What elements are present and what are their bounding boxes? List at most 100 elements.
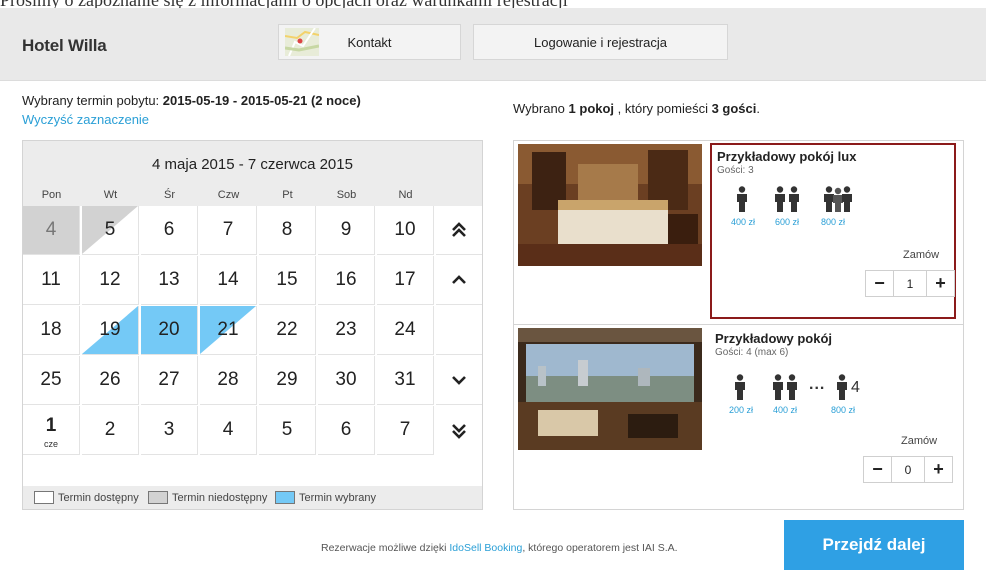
day-number: 4	[45, 219, 57, 240]
scroll-up-fast-button[interactable]	[436, 206, 482, 255]
day-number: 31	[394, 369, 416, 390]
day-number: 7	[222, 219, 234, 240]
legend-label: Termin wybrany	[299, 491, 377, 504]
hotel-brand[interactable]: Hotel Willa	[22, 36, 107, 56]
day-number: 17	[394, 269, 416, 290]
room-guest-count: Gości: 4 (max 6)	[715, 347, 789, 358]
day-cell[interactable]: 27	[141, 356, 198, 405]
day-number: 25	[40, 369, 62, 390]
scroll-down-fast-button[interactable]	[436, 406, 482, 455]
room-details-selected: Przykładowy pokój lux Gości: 3 400 zł 60…	[710, 143, 956, 319]
day-cell[interactable]: 24	[377, 306, 434, 355]
day-number: 1	[45, 415, 57, 436]
decrease-quantity-button[interactable]: −	[863, 456, 892, 483]
price-one-guest: 200 zł	[729, 405, 754, 415]
contact-button[interactable]: Kontakt	[278, 24, 461, 60]
room-quantity-input[interactable]: 1	[893, 270, 927, 297]
increase-quantity-button[interactable]: +	[926, 270, 955, 297]
availability-calendar: 4 maja 2015 - 7 czerwca 2015 Pon Wt Śr C…	[22, 140, 483, 510]
day-number: 19	[99, 319, 121, 340]
day-cell[interactable]: 25	[23, 356, 80, 405]
day-cell[interactable]: 8	[259, 206, 316, 255]
scroll-up-button[interactable]	[436, 256, 482, 305]
scroll-down-button[interactable]	[436, 356, 482, 405]
day-cell[interactable]: 23	[318, 306, 375, 355]
chevron-up-icon	[452, 275, 466, 284]
day-cell[interactable]: 29	[259, 356, 316, 405]
weekday-tue: Wt	[103, 189, 118, 201]
double-chevron-down-icon	[452, 423, 466, 439]
day-number: 11	[41, 269, 61, 290]
day-cell[interactable]: 9	[318, 206, 375, 255]
login-register-button[interactable]: Logowanie i rejestracja	[473, 24, 728, 60]
day-number: 6	[340, 419, 352, 440]
clear-selection-link[interactable]: Wyczyść zaznaczenie	[22, 112, 149, 127]
day-number: 12	[99, 269, 121, 290]
weekday-mon: Pon	[41, 189, 62, 201]
day-number: 16	[335, 269, 357, 290]
day-cell[interactable]: 16	[318, 256, 375, 305]
order-label: Zamów	[901, 435, 938, 447]
day-number: 7	[399, 419, 411, 440]
day-cell[interactable]: 26	[82, 356, 139, 405]
day-cell[interactable]: 22	[259, 306, 316, 355]
login-register-label: Logowanie i rejestracja	[534, 34, 667, 50]
idosell-link[interactable]: IdoSell Booking	[449, 542, 522, 554]
three-persons-icon	[824, 186, 852, 212]
day-cell[interactable]: 5	[82, 206, 139, 255]
day-cell[interactable]: 7	[200, 206, 257, 255]
legend-swatch-unavailable	[148, 491, 168, 504]
calendar-legend: Termin dostępny Termin niedostępny Termi…	[23, 486, 482, 509]
day-cell-selected-end[interactable]: 21	[200, 306, 257, 355]
stay-nights: (2 noce)	[310, 93, 361, 108]
day-cell[interactable]: 2	[82, 406, 139, 455]
day-cell[interactable]: 28	[200, 356, 257, 405]
day-cell-selected-start[interactable]: 19	[82, 306, 139, 355]
cut-off-text: Prosimy o zapoznanie się z informacjami …	[0, 0, 986, 8]
day-cell[interactable]: 18	[23, 306, 80, 355]
day-number: 27	[158, 369, 180, 390]
day-number: 8	[281, 219, 293, 240]
day-cell[interactable]: 13	[141, 256, 198, 305]
day-cell[interactable]: 6	[141, 206, 198, 255]
one-person-icon	[735, 374, 745, 400]
decrease-quantity-button[interactable]: −	[865, 270, 894, 297]
day-cell-selected[interactable]: 20	[141, 306, 198, 355]
stay-separator: -	[229, 93, 241, 108]
day-cell[interactable]: 5	[259, 406, 316, 455]
day-cell[interactable]: 15	[259, 256, 316, 305]
day-cell[interactable]: 31	[377, 356, 434, 405]
day-cell[interactable]: 10	[377, 206, 434, 255]
chevron-down-icon	[452, 376, 466, 385]
contact-label: Kontakt	[347, 34, 392, 50]
legend-label: Termin dostępny	[58, 491, 139, 504]
day-number: 5	[281, 419, 293, 440]
day-cell[interactable]: 7	[377, 406, 434, 455]
day-cell[interactable]: 30	[318, 356, 375, 405]
more-guests-ellipsis: ...	[809, 376, 826, 393]
day-cell[interactable]: 11	[23, 256, 80, 305]
weekday-fri: Pt	[282, 189, 293, 201]
guest-multiplier: 4	[851, 379, 860, 396]
room-quantity-input[interactable]: 0	[891, 456, 925, 483]
site-header: Hotel Willa Kontakt Logowanie i rejestra…	[0, 8, 986, 81]
legend-selected: Termin wybrany	[275, 491, 376, 504]
day-cell[interactable]: 14	[200, 256, 257, 305]
increase-quantity-button[interactable]: +	[924, 456, 953, 483]
day-cell[interactable]: 4	[200, 406, 257, 455]
day-cell[interactable]: 6	[318, 406, 375, 455]
map-icon	[285, 28, 319, 56]
rooms-summary-middle: , który pomieści	[614, 101, 712, 116]
weekday-thu: Czw	[217, 189, 240, 201]
stay-date-from: 2015-05-19	[162, 93, 230, 108]
nav-spacer	[436, 306, 482, 355]
rooms-summary-count: 1 pokoj	[568, 101, 615, 116]
day-cell[interactable]: 17	[377, 256, 434, 305]
day-cell[interactable]: 12	[82, 256, 139, 305]
day-cell[interactable]: 3	[141, 406, 198, 455]
day-cell[interactable]: 1 cze	[23, 406, 80, 455]
day-number: 21	[217, 319, 239, 340]
day-number: 10	[394, 219, 416, 240]
calendar-header: 4 maja 2015 - 7 czerwca 2015 Pon Wt Śr C…	[23, 141, 482, 206]
proceed-button[interactable]: Przejdź dalej	[784, 520, 964, 570]
